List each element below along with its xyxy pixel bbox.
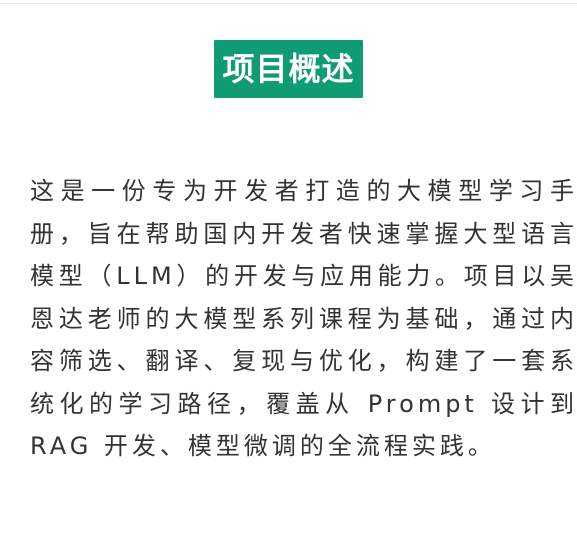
overview-paragraph: 这是一份专为开发者打造的大模型学习手册，旨在帮助国内开发者快速掌握大型语言模型（…: [30, 177, 577, 460]
top-divider: [0, 3, 577, 4]
section-heading-container: 项目概述: [0, 40, 577, 98]
section-heading: 项目概述: [214, 40, 363, 98]
